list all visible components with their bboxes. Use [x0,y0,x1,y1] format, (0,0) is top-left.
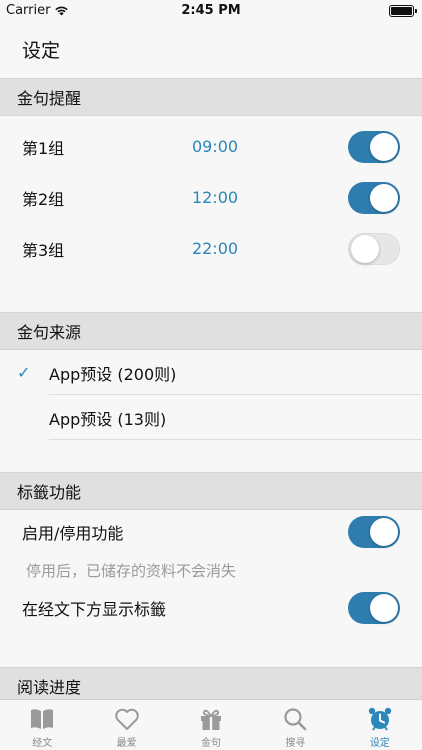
title-bar: 设定 [0,22,422,78]
tab-label: 最爱 [116,738,137,749]
tab-label: 经文 [32,738,53,749]
book-icon [31,709,54,729]
source-option-1[interactable]: ✓ App预设 (200则) [0,350,422,395]
tab-bar: 经文 最爱 金句 搜寻 设定 [0,699,422,750]
tags-enable-toggle[interactable] [348,516,400,548]
search-icon [284,708,307,731]
tags-enable-row: 启用/停用功能 [0,510,422,554]
source-label: App预设 (13则) [49,409,167,429]
alarm-clock-icon [368,707,392,731]
tab-label: 搜寻 [285,738,306,749]
gift-icon [201,709,222,730]
page-title: 设定 [22,40,61,62]
section-header-reminders: 金句提醒 [0,78,422,116]
section-header-tags: 标籤功能 [0,472,422,510]
settings-content[interactable]: 金句提醒 第1组 09:00 第2组 12:00 第3组 22:00 金句来源 … [0,78,422,699]
tags-show-row: 在经文下方显示标籤 [0,586,422,630]
battery-icon [389,5,417,17]
reminder-toggle-2[interactable] [348,181,400,214]
reminder-toggle-1[interactable] [348,130,400,163]
tags-show-toggle[interactable] [348,592,400,624]
checkmark-icon: ✓ [17,363,31,382]
tab-label: 设定 [369,738,390,749]
source-option-2[interactable]: App预设 (13则) [0,395,422,440]
tags-enable-label: 启用/停用功能 [22,524,124,543]
tab-quotes[interactable]: 金句 [169,700,253,750]
tags-hint: 停用后，已储存的资料不会消失 [26,561,237,580]
tab-settings[interactable]: 设定 [338,700,422,750]
reminder-row-3: 第3组 22:00 [0,223,422,274]
section-header-reading: 阅读进度 [0,667,422,699]
section-header-sources: 金句来源 [0,312,422,350]
clock-time: 2:45 PM [181,3,241,18]
tab-search[interactable]: 搜寻 [253,700,337,750]
reminder-toggle-3[interactable] [348,232,400,265]
tab-label: 金句 [201,738,222,749]
status-bar: Carrier 2:45 PM [0,0,422,22]
tab-favorites[interactable]: 最爱 [84,700,168,750]
tags-show-label: 在经文下方显示标籤 [22,600,167,619]
heart-icon [114,708,139,730]
reminder-row-2: 第2组 12:00 [0,172,422,223]
source-label: App预设 (200则) [49,364,177,384]
tab-scripture[interactable]: 经文 [0,700,84,750]
reminder-row-1: 第1组 09:00 [0,121,422,172]
